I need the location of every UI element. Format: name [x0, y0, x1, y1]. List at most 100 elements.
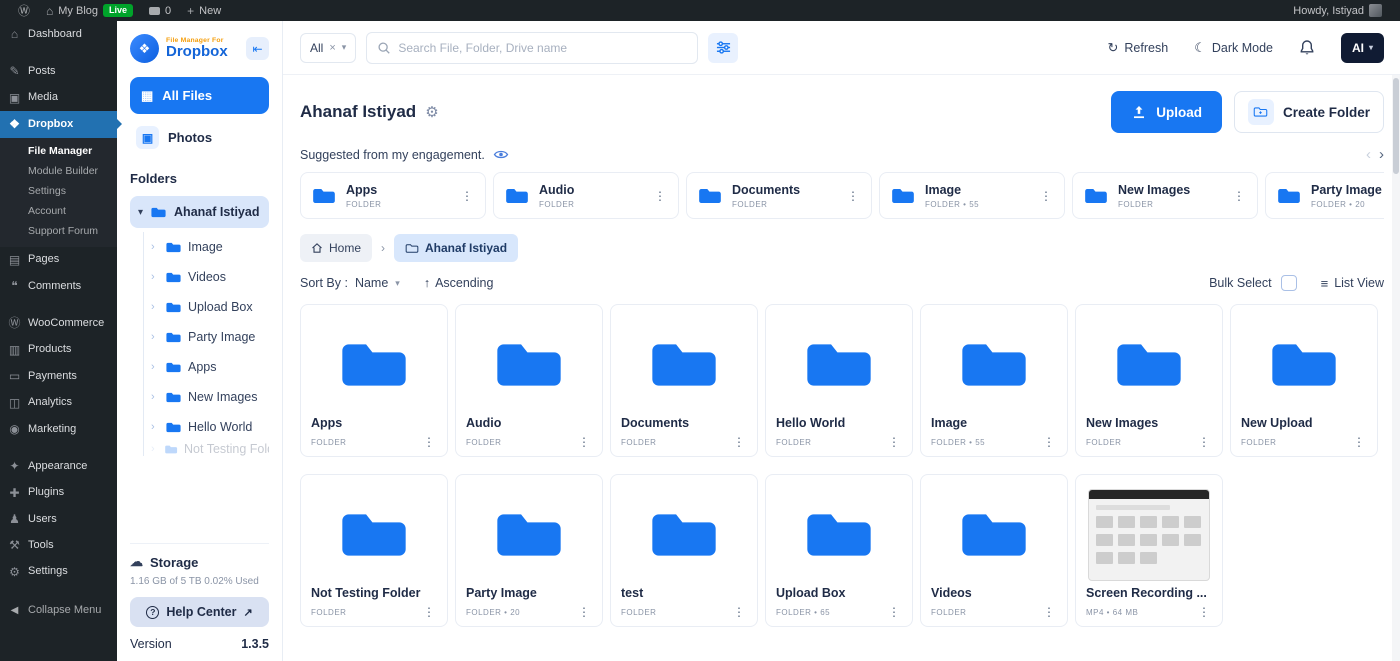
tree-folder-item[interactable]: › Upload Box — [151, 292, 269, 322]
wp-menu-item-comments[interactable]: ❝ Comments — [0, 273, 117, 299]
wp-submenu-item-module-builder[interactable]: Module Builder — [0, 161, 117, 181]
breadcrumb-home[interactable]: Home — [300, 234, 372, 262]
folder-card[interactable]: Party Image FOLDER • 20 ⋮ — [455, 474, 603, 627]
chevron-right-icon[interactable]: › — [151, 301, 159, 313]
kebab-menu-icon[interactable]: ⋮ — [1351, 435, 1367, 449]
suggested-folder-card[interactable]: Audio FOLDER ⋮ — [493, 172, 679, 219]
folder-card[interactable]: Apps FOLDER ⋮ — [300, 304, 448, 457]
sidebar-collapse-button[interactable]: ⇤ — [246, 37, 269, 60]
kebab-menu-icon[interactable]: ⋮ — [421, 435, 437, 449]
wp-menu-item-settings[interactable]: ⚙ Settings — [0, 559, 117, 585]
folder-card[interactable]: Hello World FOLDER ⋮ — [765, 304, 913, 457]
wp-menu-item-products[interactable]: ▥ Products — [0, 337, 117, 363]
wp-menu-item-media[interactable]: ▣ Media — [0, 85, 117, 111]
help-center-button[interactable]: ? Help Center ↗ — [130, 597, 269, 627]
scroll-left-chevron[interactable]: ‹ — [1366, 147, 1371, 162]
kebab-menu-icon[interactable]: ⋮ — [459, 189, 475, 203]
wp-submenu-item-settings[interactable]: Settings — [0, 181, 117, 201]
sort-direction-toggle[interactable]: ↑ Ascending — [424, 276, 494, 290]
search-scope-select[interactable]: All × ▾ — [300, 33, 356, 63]
comments-link[interactable]: 0 — [141, 0, 179, 21]
suggested-folder-card[interactable]: Party Image FOLDER • 20 ⋮ — [1265, 172, 1384, 219]
kebab-menu-icon[interactable]: ⋮ — [576, 435, 592, 449]
wp-menu-item-dashboard[interactable]: ⌂ Dashboard — [0, 21, 117, 47]
wp-menu-item-analytics[interactable]: ◫ Analytics — [0, 390, 117, 416]
suggested-folder-card[interactable]: Image FOLDER • 55 ⋮ — [879, 172, 1065, 219]
wp-menu-item-plugins[interactable]: ✚ Plugins — [0, 480, 117, 506]
chevron-right-icon[interactable]: › — [151, 361, 159, 373]
wp-submenu-item-support-forum[interactable]: Support Forum — [0, 221, 117, 241]
kebab-menu-icon[interactable]: ⋮ — [731, 605, 747, 619]
suggested-folder-card[interactable]: New Images FOLDER ⋮ — [1072, 172, 1258, 219]
kebab-menu-icon[interactable]: ⋮ — [886, 605, 902, 619]
chevron-right-icon[interactable]: › — [151, 421, 159, 433]
chevron-right-icon[interactable]: › — [151, 241, 159, 253]
sort-by-dropdown[interactable]: Sort By : Name ▾ — [300, 276, 400, 290]
kebab-menu-icon[interactable]: ⋮ — [652, 189, 668, 203]
folder-card[interactable]: New Upload FOLDER ⋮ — [1230, 304, 1378, 457]
kebab-menu-icon[interactable]: ⋮ — [1231, 189, 1247, 203]
collapse-menu-button[interactable]: ◀ Collapse Menu — [0, 597, 117, 623]
wp-submenu-item-account[interactable]: Account — [0, 201, 117, 221]
folder-card[interactable]: Image FOLDER • 55 ⋮ — [920, 304, 1068, 457]
wp-menu-item-pages[interactable]: ▤ Pages — [0, 247, 117, 273]
file-card[interactable]: Screen Recording ... MP4 • 64 MB ⋮ — [1075, 474, 1223, 627]
create-folder-button[interactable]: Create Folder — [1234, 91, 1384, 133]
remove-tag-icon[interactable]: × — [329, 42, 335, 54]
kebab-menu-icon[interactable]: ⋮ — [731, 435, 747, 449]
chevron-right-icon[interactable]: › — [151, 443, 158, 455]
tree-folder-item[interactable]: › Not Testing Folder — [151, 442, 269, 456]
kebab-menu-icon[interactable]: ⋮ — [1196, 435, 1212, 449]
wp-menu-item-dropbox[interactable]: ❖ Dropbox — [0, 111, 117, 137]
howdy-account-link[interactable]: Howdy, Istiyad — [1285, 0, 1390, 21]
tree-folder-item[interactable]: › Videos — [151, 262, 269, 292]
upload-button[interactable]: Upload — [1111, 91, 1222, 133]
folder-card[interactable]: Upload Box FOLDER • 65 ⋮ — [765, 474, 913, 627]
tree-root-folder[interactable]: ▾ Ahanaf Istiyad — [130, 196, 269, 228]
wp-menu-item-posts[interactable]: ✎ Posts — [0, 58, 117, 84]
site-name-link[interactable]: ⌂ My Blog Live — [38, 0, 141, 21]
kebab-menu-icon[interactable]: ⋮ — [421, 605, 437, 619]
folder-card[interactable]: Documents FOLDER ⋮ — [610, 304, 758, 457]
nav-photos[interactable]: ▣ Photos — [130, 119, 269, 156]
dark-mode-toggle[interactable]: ☾ Dark Mode — [1194, 40, 1273, 56]
kebab-menu-icon[interactable]: ⋮ — [576, 605, 592, 619]
ai-menu-button[interactable]: AI ▾ — [1341, 33, 1384, 63]
folder-card[interactable]: Not Testing Folder FOLDER ⋮ — [300, 474, 448, 627]
suggested-folder-card[interactable]: Documents FOLDER ⋮ — [686, 172, 872, 219]
kebab-menu-icon[interactable]: ⋮ — [1038, 189, 1054, 203]
wp-menu-item-woocommerce[interactable]: Ⓦ WooCommerce — [0, 310, 117, 336]
folder-settings-gear-icon[interactable]: ⚙ — [425, 103, 438, 121]
tree-folder-item[interactable]: › Hello World — [151, 412, 269, 442]
wp-submenu-item-file-manager[interactable]: File Manager — [0, 141, 117, 161]
scrollbar-track[interactable] — [1392, 75, 1400, 661]
tree-folder-item[interactable]: › New Images — [151, 382, 269, 412]
wp-menu-item-payments[interactable]: ▭ Payments — [0, 363, 117, 389]
folder-card[interactable]: New Images FOLDER ⋮ — [1075, 304, 1223, 457]
notifications-button[interactable] — [1299, 39, 1315, 56]
scroll-right-chevron[interactable]: › — [1379, 147, 1384, 162]
new-content-link[interactable]: + New — [179, 0, 229, 21]
chevron-down-icon[interactable]: ▾ — [138, 207, 143, 218]
wp-menu-item-users[interactable]: ♟ Users — [0, 506, 117, 532]
folder-card[interactable]: test FOLDER ⋮ — [610, 474, 758, 627]
folder-card[interactable]: Audio FOLDER ⋮ — [455, 304, 603, 457]
kebab-menu-icon[interactable]: ⋮ — [845, 189, 861, 203]
refresh-button[interactable]: ↻ Refresh — [1108, 40, 1169, 56]
eye-icon[interactable] — [493, 149, 509, 160]
suggested-folder-card[interactable]: Apps FOLDER ⋮ — [300, 172, 486, 219]
tree-folder-item[interactable]: › Apps — [151, 352, 269, 382]
wp-menu-item-marketing[interactable]: ◉ Marketing — [0, 416, 117, 442]
wp-menu-item-appearance[interactable]: ✦ Appearance — [0, 453, 117, 479]
bulk-select-control[interactable]: Bulk Select — [1209, 275, 1297, 291]
kebab-menu-icon[interactable]: ⋮ — [1196, 605, 1212, 619]
chevron-right-icon[interactable]: › — [151, 331, 159, 343]
chevron-right-icon[interactable]: › — [151, 391, 159, 403]
wp-logo[interactable]: Ⓦ — [10, 0, 38, 21]
search-input[interactable] — [398, 41, 687, 55]
tree-folder-item[interactable]: › Party Image — [151, 322, 269, 352]
list-view-toggle[interactable]: ≡ List View — [1321, 276, 1384, 291]
chevron-right-icon[interactable]: › — [151, 271, 159, 283]
scrollbar-thumb[interactable] — [1393, 78, 1399, 174]
breadcrumb-current[interactable]: Ahanaf Istiyad — [394, 234, 518, 262]
